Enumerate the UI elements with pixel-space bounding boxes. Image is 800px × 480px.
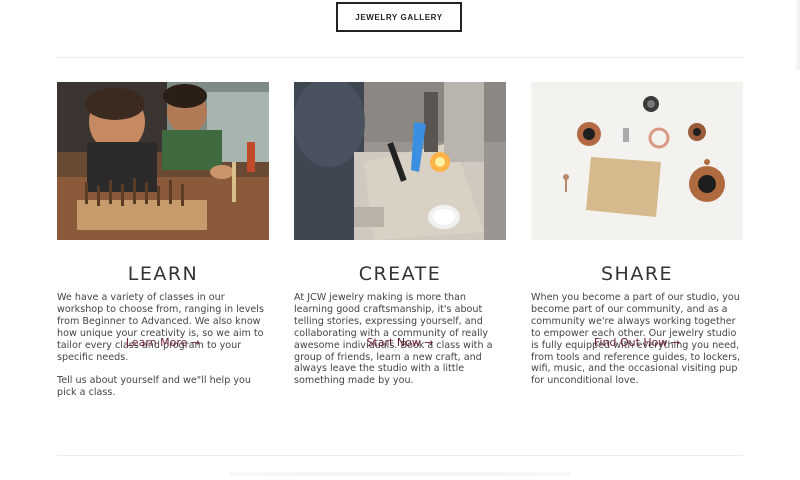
start-now-link[interactable]: Start Now → (294, 336, 506, 349)
create-title: CREATE (358, 263, 442, 285)
create-photo (294, 82, 506, 240)
jewelry-gallery-button[interactable]: JEWELRY GALLERY (336, 2, 462, 32)
share-photo (531, 82, 743, 240)
share-title: SHARE (600, 263, 674, 285)
learn-column: LEARN We have a variety of classes in ou… (57, 82, 269, 411)
learn-more-link[interactable]: Learn More → (57, 336, 269, 349)
bottom-divider (57, 455, 743, 456)
page: JEWELRY GALLERY LEARN We have a variety … (0, 0, 800, 480)
footer-faint-text (230, 472, 570, 476)
learn-paragraph-2: Tell us about yourself and we"ll help yo… (57, 375, 251, 399)
learn-title: LEARN (127, 263, 199, 285)
find-out-how-link[interactable]: Find Out How → (531, 336, 743, 349)
learn-photo (57, 82, 269, 240)
learn-paragraph-1: We have a variety of classes in our work… (57, 292, 264, 363)
scrollbar-edge (794, 0, 800, 70)
create-column: CREATE At JCW jewelry making is more tha… (294, 82, 506, 399)
share-column: SHARE When you become a part of our stud… (531, 82, 743, 399)
top-divider (57, 57, 743, 58)
